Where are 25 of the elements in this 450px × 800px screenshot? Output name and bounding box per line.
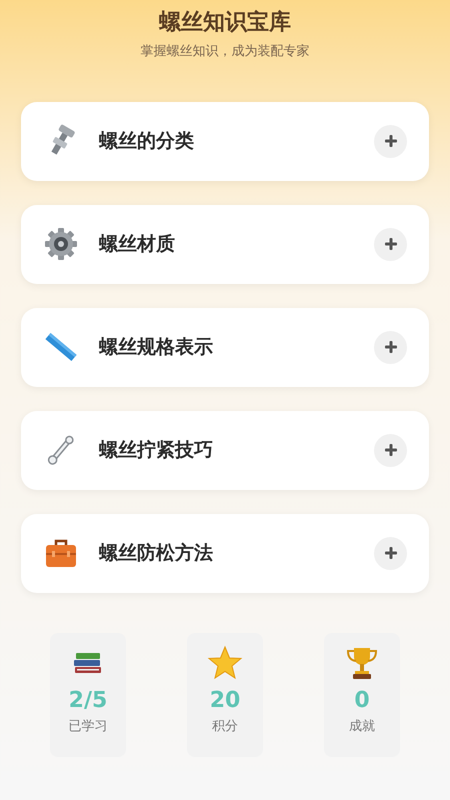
topic-title: 螺丝防松方法 [99, 540, 214, 566]
gear-icon [43, 226, 79, 262]
topic-card[interactable]: 螺丝的分类 [21, 102, 429, 180]
expand-icon[interactable] [374, 330, 407, 364]
stat-label: 成就 [349, 718, 375, 736]
topic-card[interactable]: 螺丝拧紧技巧 [21, 410, 429, 490]
topic-title: 螺丝拧紧技巧 [99, 438, 214, 463]
topic-card[interactable]: 螺丝防松方法 [21, 514, 429, 592]
topic-card[interactable]: 螺丝规格表示 [21, 308, 429, 386]
expand-icon[interactable] [374, 228, 407, 260]
page-subtitle: 掌握螺丝知识，成为装配专家 [140, 43, 310, 61]
topic-title: 螺丝材质 [99, 232, 176, 257]
expand-icon[interactable] [374, 536, 407, 570]
star-icon [207, 644, 243, 680]
stat-value: 20 [210, 686, 240, 714]
stat-value: 2/5 [68, 686, 108, 714]
topic-title: 螺丝的分类 [99, 128, 195, 154]
page-title: 螺丝知识宝库 [159, 8, 291, 37]
stat-value: 0 [354, 686, 370, 714]
stat-label: 已学习 [68, 718, 108, 736]
expand-icon[interactable] [374, 124, 407, 158]
topic-title: 螺丝规格表示 [99, 334, 214, 360]
expand-icon[interactable] [374, 434, 407, 466]
stat-label: 积分 [212, 718, 238, 736]
topic-card[interactable]: 螺丝材质 [21, 204, 429, 284]
